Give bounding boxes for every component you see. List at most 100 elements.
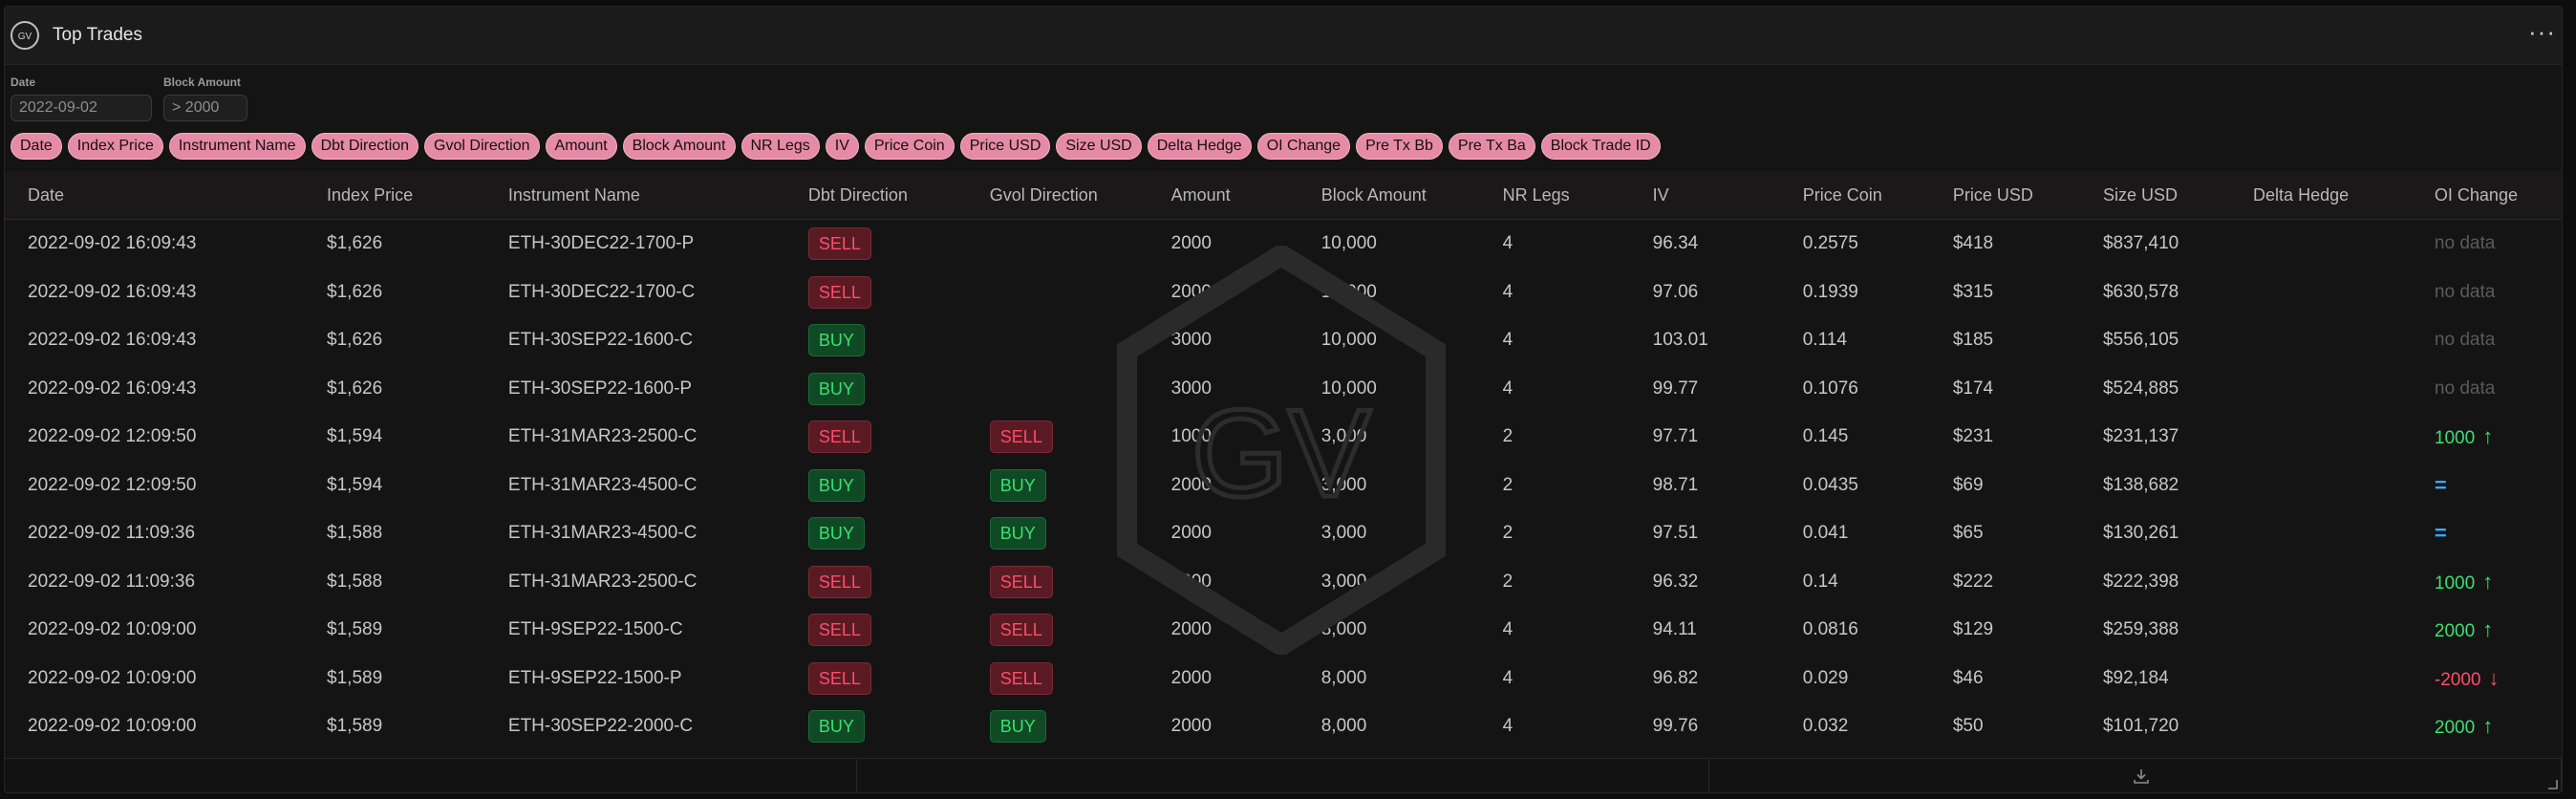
column-chip[interactable]: Index Price xyxy=(67,133,163,160)
cell-date: 2022-09-02 16:09:43 xyxy=(28,378,197,399)
download-icon[interactable] xyxy=(2132,767,2151,786)
more-dots-icon[interactable]: ··· xyxy=(2528,19,2556,44)
cell-index: $1,589 xyxy=(327,716,383,737)
column-chip[interactable]: Amount xyxy=(545,133,617,160)
column-chip[interactable]: Block Trade ID xyxy=(1540,133,1661,160)
column-header[interactable]: OI Change xyxy=(2412,185,2562,205)
column-chips: Date Index Price Instrument Name Dbt Direct… xyxy=(11,133,1661,160)
column-chip[interactable]: Price USD xyxy=(959,133,1051,160)
cell-dbt: SELL xyxy=(785,565,967,598)
cell-coin: 0.2575 xyxy=(1802,233,1858,254)
cell-gvol: SELL xyxy=(967,614,1148,647)
column-chip[interactable]: Pre Tx Bb xyxy=(1356,133,1443,160)
cell-instrument: ETH-31MAR23-4500-C xyxy=(507,474,698,495)
cell-oi: = xyxy=(2412,473,2562,498)
arrow-up-icon: ↑ xyxy=(2482,714,2494,739)
table-row[interactable]: 2022-09-02 11:09:36 $1,588 ETH-31MAR23-250… xyxy=(5,558,2562,607)
panel-header: GV Top Trades ··· xyxy=(5,7,2562,65)
cell-size: $556,105 xyxy=(2102,330,2179,351)
cell-iv: 94.11 xyxy=(1652,619,1697,640)
block-amount-label: Block Amount xyxy=(163,76,241,89)
buy-badge: BUY xyxy=(807,468,865,502)
cell-coin: 0.145 xyxy=(1802,426,1849,447)
column-header[interactable]: Size USD xyxy=(2080,185,2230,205)
cell-amount: 2000 xyxy=(1170,667,1212,688)
cell-oi: -2000 ↓ xyxy=(2412,666,2562,691)
cell-gvol: BUY xyxy=(967,468,1148,502)
column-chip[interactable]: Delta Hedge xyxy=(1147,133,1252,160)
column-header[interactable]: NR Legs xyxy=(1480,185,1630,205)
cell-block: 10,000 xyxy=(1320,330,1377,351)
cell-index: $1,594 xyxy=(327,474,383,495)
column-chip[interactable]: Block Amount xyxy=(622,133,736,160)
column-header[interactable]: Date xyxy=(5,185,304,205)
date-filter: Date xyxy=(11,76,152,121)
column-header[interactable]: Block Amount xyxy=(1299,185,1480,205)
column-header[interactable]: Delta Hedge xyxy=(2230,185,2412,205)
cell-dbt: SELL xyxy=(785,421,967,454)
column-header[interactable]: Gvol Direction xyxy=(967,185,1148,205)
cell-instrument: ETH-9SEP22-1500-P xyxy=(507,667,682,688)
table-row[interactable]: 2022-09-02 16:09:43 $1,626 ETH-30SEP22-160… xyxy=(5,365,2562,414)
cell-amount: 2000 xyxy=(1170,619,1212,640)
arrow-down-icon: ↓ xyxy=(2488,665,2500,690)
column-chip[interactable]: IV xyxy=(825,133,859,160)
column-header[interactable]: Price USD xyxy=(1930,185,2080,205)
table-row[interactable]: 2022-09-02 11:09:36 $1,588 ETH-31MAR23-450… xyxy=(5,509,2562,558)
oi-change-value: no data xyxy=(2434,281,2496,302)
column-chip[interactable]: Dbt Direction xyxy=(311,133,419,160)
date-input[interactable] xyxy=(11,95,152,121)
column-header[interactable]: Dbt Direction xyxy=(785,185,967,205)
cell-date: 2022-09-02 16:09:43 xyxy=(28,233,197,254)
gv-logo-icon: GV xyxy=(11,21,39,50)
column-header[interactable]: Price Coin xyxy=(1780,185,1930,205)
cell-iv: 103.01 xyxy=(1652,330,1708,351)
cell-amount: 2000 xyxy=(1170,474,1212,495)
cell-instrument: ETH-9SEP22-1500-C xyxy=(507,619,683,640)
cell-legs: 4 xyxy=(1502,378,1513,399)
table-row[interactable]: 2022-09-02 12:09:50 $1,594 ETH-31MAR23-450… xyxy=(5,462,2562,510)
table-row[interactable]: 2022-09-02 10:09:00 $1,589 ETH-9SEP22-1500… xyxy=(5,655,2562,703)
table-row[interactable]: 2022-09-02 10:09:00 $1,589 ETH-30SEP22-200… xyxy=(5,702,2562,751)
table-row[interactable]: 2022-09-02 12:09:50 $1,594 ETH-31MAR23-250… xyxy=(5,413,2562,462)
table-row[interactable]: 2022-09-02 10:09:00 $1,589 ETH-9SEP22-1500… xyxy=(5,606,2562,655)
column-chip[interactable]: Instrument Name xyxy=(168,133,306,160)
table-row[interactable]: 2022-09-02 16:09:43 $1,626 ETH-30DEC22-170… xyxy=(5,220,2562,269)
column-chip[interactable]: Date xyxy=(11,133,62,160)
buy-badge: BUY xyxy=(807,372,865,405)
oi-change-value: no data xyxy=(2434,330,2496,351)
cell-oi: no data xyxy=(2412,378,2562,400)
cell-gvol: SELL xyxy=(967,421,1148,454)
cell-index: $1,626 xyxy=(327,233,383,254)
column-chip[interactable]: OI Change xyxy=(1256,133,1351,160)
oi-change-value: 2000 xyxy=(2434,621,2476,642)
column-chip[interactable]: Price Coin xyxy=(864,133,955,160)
block-amount-input[interactable] xyxy=(163,95,247,121)
oi-change-value: no data xyxy=(2434,378,2496,399)
cell-block: 3,000 xyxy=(1320,523,1367,544)
sell-badge: SELL xyxy=(807,661,871,695)
sell-badge: SELL xyxy=(807,565,871,598)
column-chip[interactable]: Size USD xyxy=(1056,133,1142,160)
cell-amount: 3000 xyxy=(1170,330,1212,351)
column-chip[interactable]: Gvol Direction xyxy=(424,133,540,160)
cell-coin: 0.14 xyxy=(1802,571,1838,592)
resize-handle-icon[interactable] xyxy=(2546,778,2558,789)
cell-index: $1,626 xyxy=(327,281,383,302)
table-row[interactable]: 2022-09-02 16:09:43 $1,626 ETH-30DEC22-170… xyxy=(5,269,2562,317)
cell-gvol: SELL xyxy=(967,565,1148,598)
cell-usd: $69 xyxy=(1952,474,1984,495)
cell-instrument: ETH-30DEC22-1700-C xyxy=(507,281,696,302)
table-row[interactable]: 2022-09-02 16:09:43 $1,626 ETH-30SEP22-160… xyxy=(5,316,2562,365)
cell-index: $1,594 xyxy=(327,426,383,447)
column-header[interactable]: Amount xyxy=(1148,185,1299,205)
column-chip[interactable]: Pre Tx Ba xyxy=(1448,133,1535,160)
cell-instrument: ETH-31MAR23-2500-C xyxy=(507,426,698,447)
column-chip[interactable]: NR Legs xyxy=(741,133,820,160)
column-header[interactable]: Instrument Name xyxy=(485,185,785,205)
column-header[interactable]: IV xyxy=(1630,185,1780,205)
column-header[interactable]: Index Price xyxy=(304,185,485,205)
cell-amount: 1000 xyxy=(1170,571,1212,592)
cell-usd: $174 xyxy=(1952,378,1994,399)
cell-usd: $65 xyxy=(1952,523,1984,544)
